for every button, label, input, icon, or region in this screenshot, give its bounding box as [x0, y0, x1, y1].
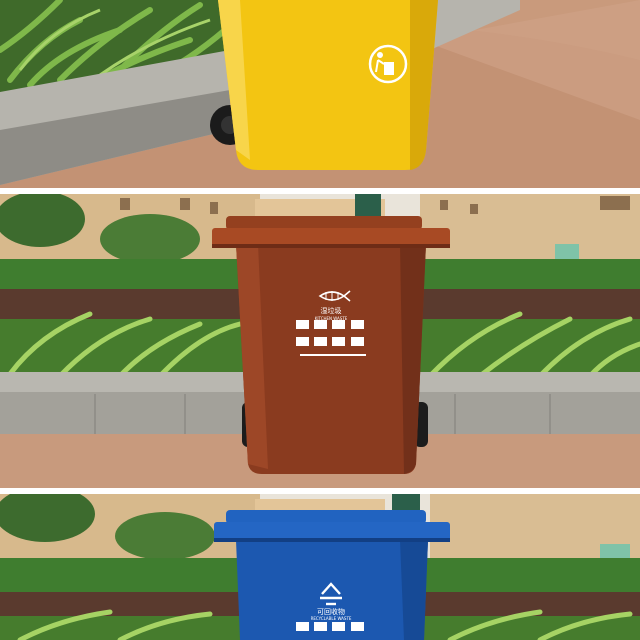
brown-bin-photo: 湿垃圾 KITCHEN WASTE: [0, 194, 640, 488]
yellow-bin-photo: [0, 0, 640, 188]
bin-label-cn: 湿垃圾: [321, 306, 342, 315]
bin-label-en: RECYCLABLE WASTE: [311, 616, 352, 621]
blue-bin-photo: 可回收物 RECYCLABLE WASTE: [0, 494, 640, 640]
bin-label-cn: 可回收物: [317, 607, 345, 616]
